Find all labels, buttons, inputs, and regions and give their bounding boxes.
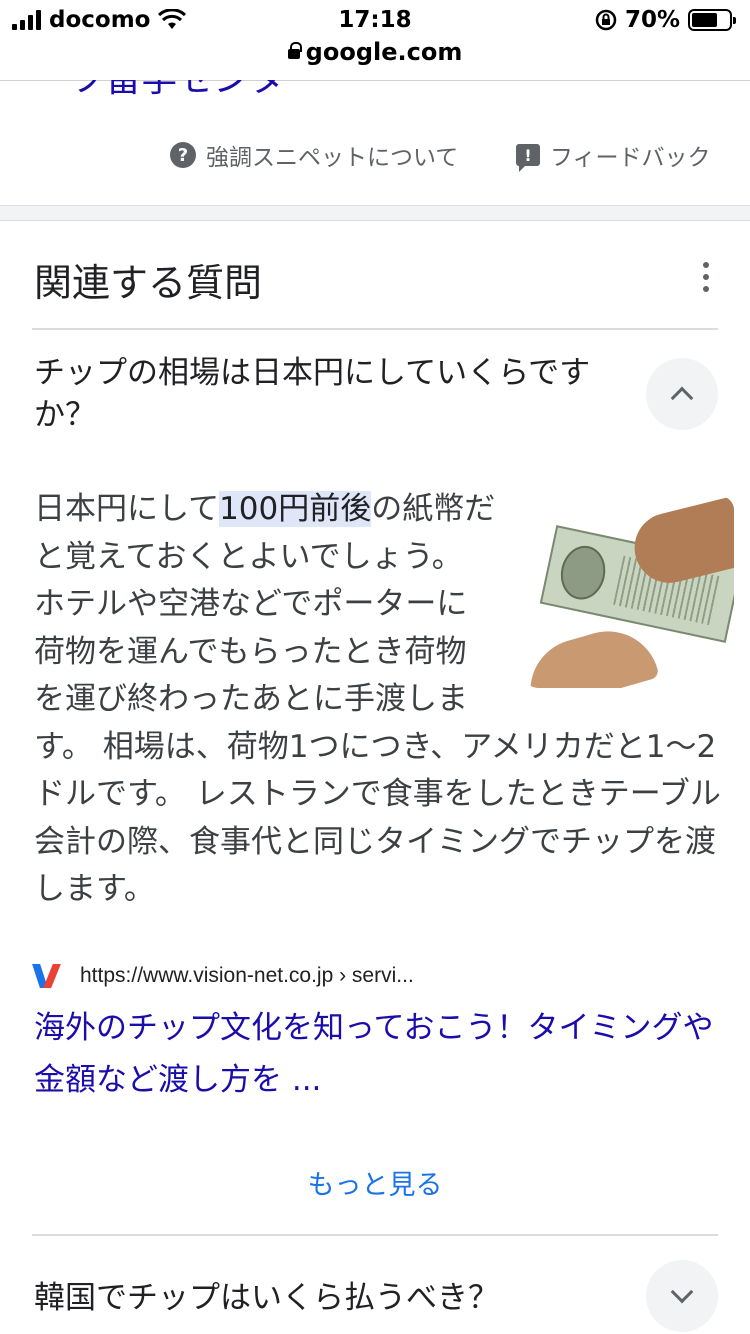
open-hand: [524, 619, 660, 688]
feedback-label: フィードバック: [550, 145, 711, 171]
chevron-up-icon: [670, 386, 694, 410]
card-separator: [0, 205, 750, 221]
collapse-button[interactable]: [646, 358, 718, 430]
chevron-down-icon: [670, 1280, 694, 1304]
result-link[interactable]: 海外のチップ文化を知っておこう！タイミングや金額など渡し方を ...: [34, 1002, 724, 1106]
related-questions-title: 関連する質問: [34, 261, 263, 305]
status-bar: docomo 17:18 70%: [0, 0, 750, 40]
question-2[interactable]: 韓国でチップはいくら払うべき？: [34, 1272, 499, 1317]
lock-icon: [287, 42, 302, 59]
url-text: google.com: [305, 38, 463, 66]
about-snippet-link[interactable]: ? 強調スニペットについて: [170, 138, 458, 172]
feedback-link[interactable]: ! フィードバック: [516, 138, 711, 172]
question-1[interactable]: チップの相場は日本円にしていくらですか？: [34, 352, 624, 436]
divider: [32, 1234, 718, 1236]
money-thumbnail[interactable]: [524, 496, 734, 688]
battery-icon: [688, 9, 736, 31]
about-snippet-label: 強調スニペットについて: [206, 145, 459, 171]
battery-percent: 70%: [624, 7, 680, 33]
answer-text: 日本円にして100円前後の紙幣だと覚えておくとよいでしょう。 ホテルや空港などで…: [34, 486, 734, 914]
snippet-footer: ? 強調スニペットについて ! フィードバック: [0, 138, 750, 174]
rotation-lock-icon: [595, 9, 617, 31]
expand-button[interactable]: [646, 1260, 718, 1332]
answer-pre: 日本円にして: [34, 491, 220, 527]
divider: [32, 328, 718, 330]
source-site[interactable]: https://www.vision-net.co.jp › servi...: [34, 962, 414, 990]
address-bar[interactable]: google.com: [0, 38, 750, 66]
answer-highlight: 100円前後: [219, 491, 372, 527]
source-url: https://www.vision-net.co.jp › servi...: [80, 964, 414, 987]
help-icon: ?: [170, 142, 196, 168]
battery-info: 70%: [595, 7, 736, 33]
site-favicon-icon: [34, 962, 62, 990]
feedback-icon: !: [516, 144, 540, 172]
more-button[interactable]: もっと見る: [0, 1163, 750, 1202]
more-options-icon[interactable]: [700, 262, 712, 292]
